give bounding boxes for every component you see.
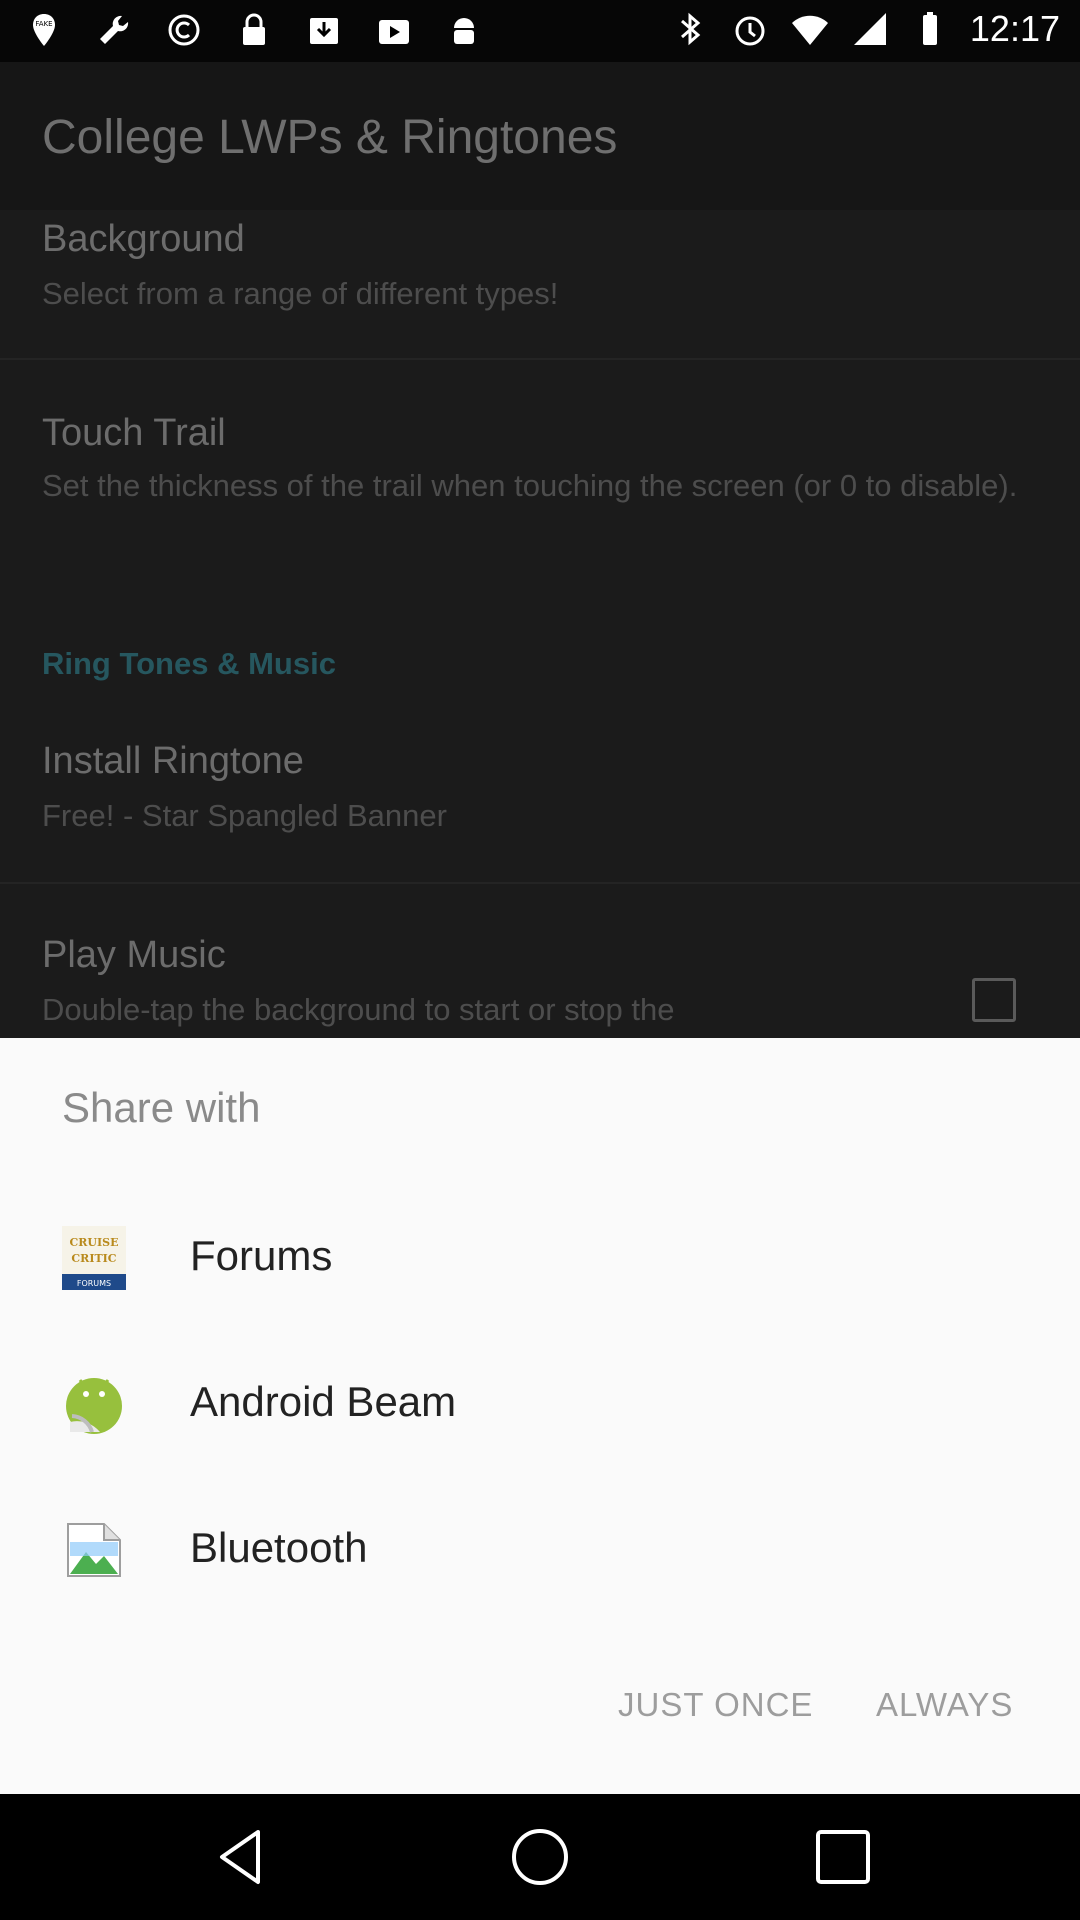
app-bar: College LWPs & Ringtones xyxy=(0,62,1080,210)
pref-touch-trail-title[interactable]: Touch Trail xyxy=(42,412,226,455)
preferences-list: Background Select from a range of differ… xyxy=(0,210,1080,1040)
pref-play-music-summary: Double-tap the background to start or st… xyxy=(42,992,675,1027)
download-icon xyxy=(310,18,338,44)
svg-text:CRUISE: CRUISE xyxy=(70,1236,119,1249)
copyright-icon xyxy=(168,14,200,46)
android-icon xyxy=(454,18,474,44)
pref-background-title[interactable]: Background xyxy=(42,218,245,261)
pref-touch-trail-summary: Set the thickness of the trail when touc… xyxy=(42,468,1018,503)
section-ringtones-music: Ring Tones & Music xyxy=(42,646,336,681)
battery-icon xyxy=(922,12,937,45)
svg-text:CRITIC: CRITIC xyxy=(71,1252,116,1265)
pref-install-ringtone-title[interactable]: Install Ringtone xyxy=(42,740,304,783)
fake-gps-icon: FAKE xyxy=(33,14,55,46)
home-icon[interactable] xyxy=(507,1824,573,1890)
share-item-android-beam[interactable]: Android Beam xyxy=(0,1334,1080,1474)
share-sheet-title: Share with xyxy=(62,1084,261,1131)
alarm-icon xyxy=(735,16,765,46)
wrench-icon xyxy=(100,15,129,44)
system-icons: 12:17 xyxy=(670,8,1060,50)
play-store-icon xyxy=(379,20,409,44)
status-bar: FAKE 12:17 xyxy=(0,0,1080,62)
cruise-critic-forums-icon: CRUISE CRITIC FORUMS xyxy=(62,1226,126,1290)
android-beam-icon xyxy=(66,1378,122,1434)
wifi-icon xyxy=(791,15,828,45)
share-item-label: Android Beam xyxy=(190,1378,457,1425)
lock-icon xyxy=(243,13,265,45)
divider xyxy=(0,358,1080,360)
share-item-label: Bluetooth xyxy=(190,1524,368,1571)
broken-image-icon xyxy=(67,1523,121,1577)
svg-text:FORUMS: FORUMS xyxy=(77,1279,111,1288)
pref-play-music-title[interactable]: Play Music xyxy=(42,934,226,977)
status-time: 12:17 xyxy=(969,8,1060,49)
notification-icons: FAKE xyxy=(24,10,484,50)
always-button[interactable]: ALWAYS xyxy=(862,1676,1027,1734)
play-music-checkbox[interactable] xyxy=(972,978,1016,1022)
back-icon[interactable] xyxy=(208,1824,274,1890)
pref-background-summary: Select from a range of different types! xyxy=(42,276,559,311)
share-item-label: Forums xyxy=(190,1232,333,1279)
share-sheet: Share with CRUISE CRITIC FORUMS Forums A… xyxy=(0,1038,1080,1794)
share-item-bluetooth[interactable]: Bluetooth xyxy=(0,1480,1080,1620)
svg-text:FAKE: FAKE xyxy=(35,20,52,28)
pref-install-ringtone-summary: Free! - Star Spangled Banner xyxy=(42,798,447,833)
recents-icon[interactable] xyxy=(810,1824,876,1890)
share-item-forums[interactable]: CRUISE CRITIC FORUMS Forums xyxy=(0,1188,1080,1328)
divider xyxy=(0,882,1080,884)
app-title: College LWPs & Ringtones xyxy=(42,111,618,164)
just-once-button[interactable]: JUST ONCE xyxy=(604,1676,827,1734)
bluetooth-icon xyxy=(680,12,701,46)
signal-icon xyxy=(853,13,886,45)
navigation-bar xyxy=(0,1794,1080,1920)
